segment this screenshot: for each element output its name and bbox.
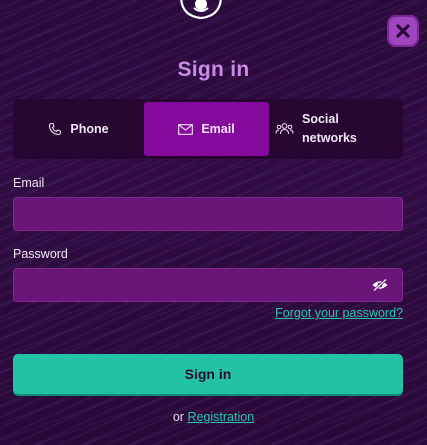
email-field[interactable] (13, 197, 403, 231)
registration-prompt: or Registration (0, 410, 427, 424)
tab-email[interactable]: Email (144, 102, 269, 156)
logo-icon (180, 0, 222, 20)
tab-email-label: Email (201, 122, 235, 136)
tab-social-networks[interactable]: Social networks (269, 99, 403, 159)
registration-link[interactable]: Registration (187, 410, 254, 424)
page-title: Sign in (177, 58, 250, 81)
forgot-password-link[interactable]: Forgot your password? (275, 306, 403, 320)
password-field[interactable] (13, 268, 403, 302)
sign-in-button[interactable]: Sign in (13, 354, 403, 394)
phone-icon (49, 122, 62, 136)
eye-slash-icon[interactable] (371, 278, 389, 292)
envelope-icon (178, 123, 194, 135)
close-button[interactable] (387, 15, 419, 47)
password-label: Password (13, 247, 68, 261)
tab-social-label: Social networks (302, 112, 357, 145)
sign-in-method-tabs: Phone Email Social networks (13, 99, 403, 159)
tab-phone-label: Phone (70, 122, 109, 136)
email-label: Email (13, 176, 45, 190)
registration-prefix: or (172, 410, 184, 424)
tab-phone[interactable]: Phone (13, 99, 144, 159)
close-icon (396, 24, 410, 38)
people-icon (275, 123, 294, 135)
